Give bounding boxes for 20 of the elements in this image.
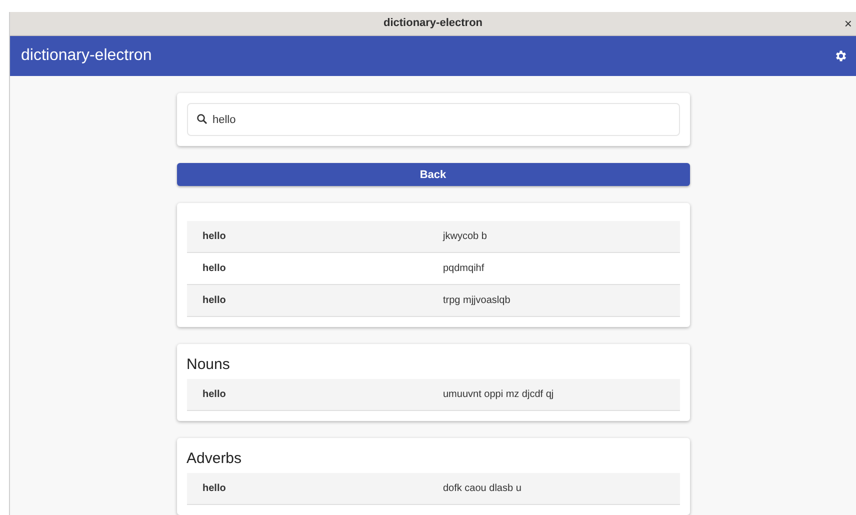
definition-text: umuuvnt oppi mz djcdf qj xyxy=(442,389,555,400)
word-text: hello xyxy=(202,231,227,242)
word-text: hello xyxy=(202,263,227,274)
definition-text: trpg mjjvoaslqb xyxy=(442,295,512,306)
definition-text: jkwycob b xyxy=(442,231,488,242)
section-heading: Nouns xyxy=(186,355,231,375)
app-title: dictionary-electron xyxy=(21,46,152,65)
settings-button[interactable] xyxy=(834,48,848,63)
back-button[interactable]: Back xyxy=(176,163,690,186)
window-title: dictionary-electron xyxy=(383,17,483,30)
section-heading: Adverbs xyxy=(186,449,243,469)
definition-text: pqdmqihf xyxy=(442,263,486,274)
search-icon xyxy=(196,113,208,125)
word-text: hello xyxy=(202,483,227,494)
close-button[interactable]: × xyxy=(840,16,856,31)
settings-icon xyxy=(834,48,848,63)
definition-text: dofk caou dlasb u xyxy=(442,483,522,494)
word-text: hello xyxy=(202,389,227,400)
word-text: hello xyxy=(202,295,227,306)
search-field[interactable]: hello xyxy=(186,103,680,136)
